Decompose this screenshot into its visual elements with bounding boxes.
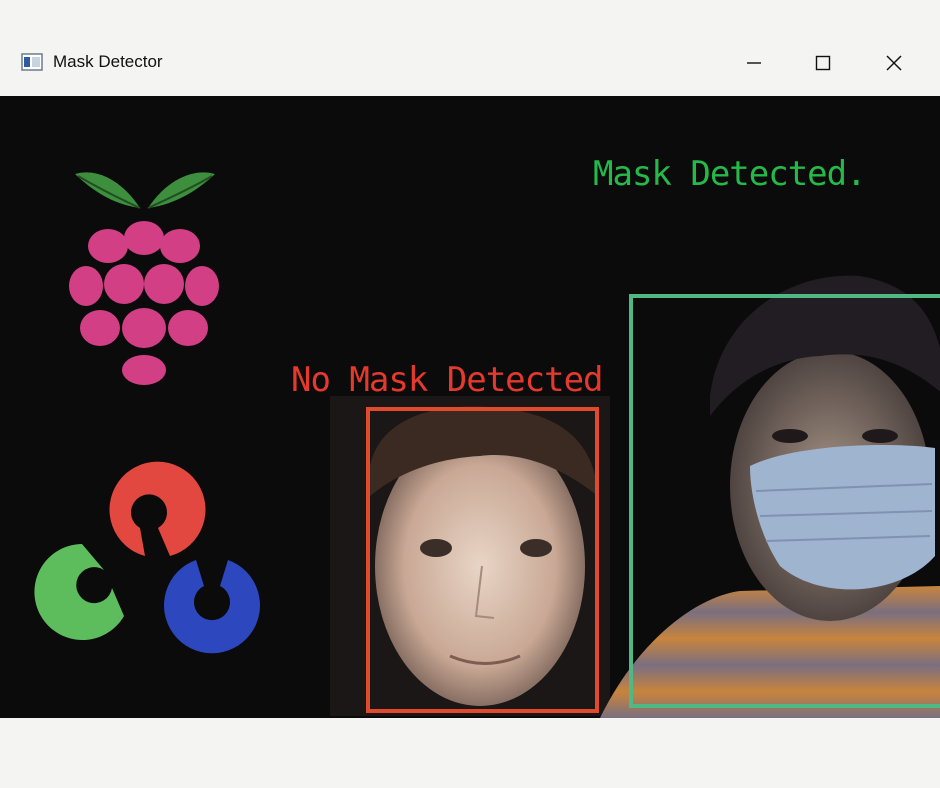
close-icon	[886, 55, 902, 71]
opencv-logo	[34, 461, 260, 654]
minimize-icon	[747, 62, 761, 64]
mask-detected-label: Mask Detected.	[593, 154, 867, 194]
app-icon	[21, 53, 43, 71]
no-mask-detected-label: No Mask Detected	[291, 360, 604, 400]
window-titlebar[interactable]: Mask Detector	[0, 40, 940, 86]
minimize-button[interactable]	[731, 46, 777, 80]
maximize-button[interactable]	[800, 46, 846, 80]
no-mask-bounding-box	[366, 407, 599, 713]
maximize-icon	[815, 55, 831, 71]
close-button[interactable]	[871, 46, 917, 80]
mask-bounding-box	[629, 294, 940, 708]
raspberry-pi-logo	[69, 172, 219, 390]
window-bottom-area	[0, 718, 940, 788]
window-title: Mask Detector	[53, 52, 163, 71]
camera-feed: Mask Detected. No Mask Detected	[0, 96, 940, 718]
